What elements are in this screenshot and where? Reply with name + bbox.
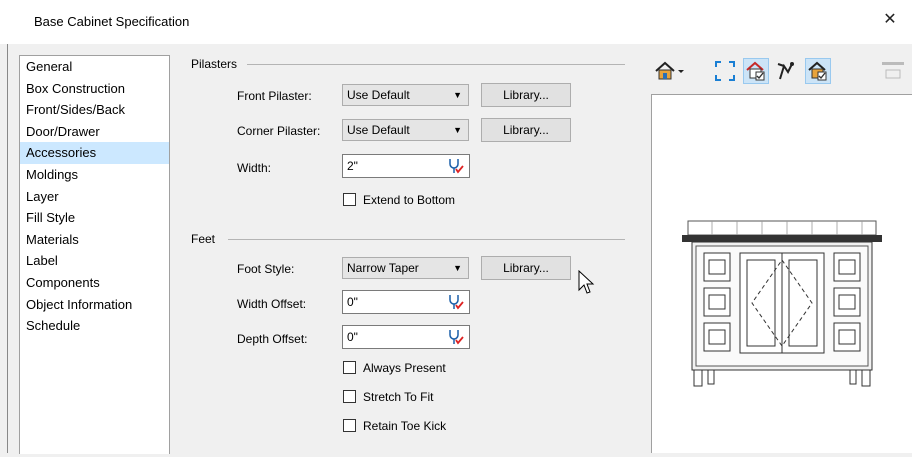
foot-style-label: Foot Style:: [237, 262, 295, 276]
category-item-schedule[interactable]: Schedule: [20, 315, 169, 337]
width-offset-input[interactable]: 0": [342, 290, 470, 314]
calculator-icon[interactable]: [447, 328, 465, 346]
depth-offset-label: Depth Offset:: [237, 332, 308, 346]
category-item-materials[interactable]: Materials: [20, 229, 169, 251]
camera-view-icon[interactable]: [652, 58, 686, 84]
width-offset-value: 0": [347, 295, 358, 309]
extend-to-bottom-checkbox[interactable]: [343, 193, 356, 206]
cabinet-preview[interactable]: [651, 94, 912, 453]
category-item-box-construction[interactable]: Box Construction: [20, 78, 169, 100]
title-bar: Base Cabinet Specification ✕: [0, 0, 912, 44]
category-item-fill-style[interactable]: Fill Style: [20, 207, 169, 229]
material-view-icon[interactable]: [805, 58, 831, 84]
stretch-to-fit-checkbox[interactable]: [343, 390, 356, 403]
foot-style-library-button[interactable]: Library...: [481, 256, 571, 280]
pilasters-separator: [247, 64, 625, 65]
category-item-accessories[interactable]: Accessories: [20, 142, 169, 164]
corner-pilaster-label: Corner Pilaster:: [237, 124, 321, 138]
window-title: Base Cabinet Specification: [34, 14, 190, 29]
category-list[interactable]: General Box Construction Front/Sides/Bac…: [19, 55, 170, 454]
show-all-icon[interactable]: [743, 58, 769, 84]
depth-offset-value: 0": [347, 330, 358, 344]
fill-window-icon[interactable]: [712, 58, 738, 84]
category-item-door-drawer[interactable]: Door/Drawer: [20, 121, 169, 143]
category-item-general[interactable]: General: [20, 56, 169, 78]
foot-style-select[interactable]: Narrow Taper ▼: [342, 257, 469, 279]
pilaster-width-input[interactable]: 2": [342, 154, 470, 178]
category-item-layer[interactable]: Layer: [20, 186, 169, 208]
width-label: Width:: [237, 161, 272, 175]
chevron-down-icon: ▼: [453, 263, 462, 273]
render-style-icon[interactable]: [774, 58, 800, 84]
category-item-object-information[interactable]: Object Information: [20, 294, 169, 316]
corner-pilaster-library-button[interactable]: Library...: [481, 118, 571, 142]
front-pilaster-library-button[interactable]: Library...: [481, 83, 571, 107]
corner-pilaster-select[interactable]: Use Default ▼: [342, 119, 469, 141]
always-present-checkbox[interactable]: [343, 361, 356, 374]
chevron-down-icon: ▼: [453, 90, 462, 100]
chevron-down-icon: ▼: [453, 125, 462, 135]
pilaster-width-value: 2": [347, 159, 358, 173]
always-present-label: Always Present: [363, 361, 446, 375]
dialog-border: [7, 44, 8, 453]
mouse-cursor-icon: [578, 270, 595, 294]
calculator-icon[interactable]: [447, 157, 465, 175]
close-icon[interactable]: ✕: [880, 10, 900, 30]
pilasters-group-label: Pilasters: [191, 57, 238, 71]
width-offset-label: Width Offset:: [237, 297, 307, 311]
depth-offset-input[interactable]: 0": [342, 325, 470, 349]
feet-group-label: Feet: [191, 232, 216, 246]
front-pilaster-label: Front Pilaster:: [237, 89, 312, 103]
feet-separator: [228, 239, 625, 240]
corner-pilaster-value: Use Default: [347, 123, 410, 137]
calculator-icon[interactable]: [447, 293, 465, 311]
cabinet-image: [682, 220, 882, 387]
stretch-to-fit-label: Stretch To Fit: [363, 390, 434, 404]
extend-to-bottom-label: Extend to Bottom: [363, 193, 456, 207]
dialog-window: Base Cabinet Specification ✕ General Box…: [0, 0, 912, 454]
disabled-tool-icon: [878, 58, 910, 84]
retain-toe-kick-label: Retain Toe Kick: [363, 419, 447, 433]
category-item-moldings[interactable]: Moldings: [20, 164, 169, 186]
category-item-components[interactable]: Components: [20, 272, 169, 294]
foot-style-value: Narrow Taper: [347, 261, 419, 275]
front-pilaster-value: Use Default: [347, 88, 410, 102]
category-item-front-sides-back[interactable]: Front/Sides/Back: [20, 99, 169, 121]
category-item-label[interactable]: Label: [20, 250, 169, 272]
front-pilaster-select[interactable]: Use Default ▼: [342, 84, 469, 106]
retain-toe-kick-checkbox[interactable]: [343, 419, 356, 432]
